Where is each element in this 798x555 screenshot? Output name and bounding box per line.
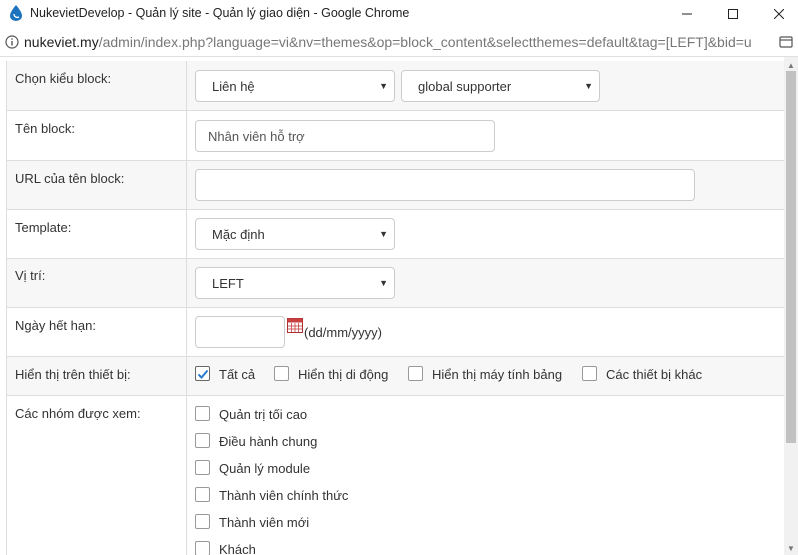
minimize-button[interactable] [664,0,710,28]
group-checkbox-general-admin[interactable] [195,433,210,448]
minimize-icon [682,13,692,15]
position-label: Vị trí: [15,268,46,283]
expiry-date-input[interactable] [195,316,285,348]
groups-label: Các nhóm được xem: [15,406,141,421]
scroll-up-icon[interactable]: ▲ [787,61,795,70]
row-block-type: Chọn kiểu block: Liên hệ ▼ global suppor… [7,61,784,111]
group-checkbox-official-member[interactable] [195,487,210,502]
url-host: nukeviet.my [24,34,99,50]
extension-icon[interactable] [779,35,793,49]
group-label-new-member: Thành viên mới [219,515,310,530]
device-other-label: Các thiết bị khác [606,367,703,382]
device-all-label: Tất cả [219,367,256,382]
row-expiry: Ngày hết hạn: (dd/mm/yyyy) [7,308,784,357]
block-name-value: Nhân viên hỗ trợ [208,129,305,144]
position-select[interactable]: LEFT ▼ [195,267,395,299]
group-checkbox-module-admin[interactable] [195,460,210,475]
column-divider [186,161,187,209]
expiry-label: Ngày hết hạn: [15,318,96,333]
column-divider [186,111,187,160]
calendar-icon[interactable] [287,318,303,333]
row-block-name: Tên block: Nhân viên hỗ trợ [7,111,784,161]
window-title: NukevietDevelop - Quản lý site - Quản lý… [30,6,410,20]
nukeviet-logo-icon [10,5,22,21]
column-divider [186,61,187,110]
column-divider [186,357,187,395]
column-divider [186,259,187,307]
maximize-button[interactable] [710,0,756,28]
url-path: /admin/index.php?language=vi&nv=themes&o… [98,34,752,50]
column-divider [186,210,187,258]
module-select-value: Liên hệ [212,79,255,94]
device-tablet-label: Hiển thị máy tính bảng [432,367,563,382]
block-name-input[interactable]: Nhân viên hỗ trợ [195,120,495,152]
site-info-icon[interactable] [5,35,19,49]
chevron-down-icon: ▼ [379,81,388,91]
maximize-icon [728,9,738,19]
block-url-label: URL của tên block: [15,171,125,186]
device-mobile-checkbox[interactable] [274,366,289,381]
column-divider [186,308,187,356]
row-block-url: URL của tên block: [7,161,784,210]
chevron-down-icon: ▼ [379,278,388,288]
template-select-value: Mặc định [212,227,265,242]
chevron-down-icon: ▼ [584,81,593,91]
group-checkbox-superadmin[interactable] [195,406,210,421]
block-file-select[interactable]: global supporter ▼ [401,70,600,102]
vertical-scrollbar[interactable]: ▲ ▼ [784,57,798,555]
template-label: Template: [15,220,72,235]
block-type-label: Chọn kiểu block: [15,71,112,86]
row-devices: Hiển thị trên thiết bị: Tất cả Hiển thị … [7,357,784,396]
position-select-value: LEFT [212,276,244,291]
row-template: Template: Mặc định ▼ [7,210,784,259]
block-file-select-value: global supporter [418,79,512,94]
block-config-form: Chọn kiểu block: Liên hệ ▼ global suppor… [6,61,784,555]
group-label-module-admin: Quản lý module [219,461,311,476]
template-select[interactable]: Mặc định ▼ [195,218,395,250]
scroll-down-icon[interactable]: ▼ [787,544,795,553]
close-button[interactable] [756,0,798,28]
devices-label: Hiển thị trên thiết bị: [15,367,131,382]
device-all-checkbox[interactable] [195,366,210,381]
device-tablet-checkbox[interactable] [408,366,423,381]
chevron-down-icon: ▼ [379,229,388,239]
close-icon [774,9,784,19]
group-label-official-member: Thành viên chính thức [219,488,349,503]
column-divider [186,396,187,555]
row-groups: Các nhóm được xem: Quản trị tối cao Điều… [7,396,784,555]
scrollbar-thumb[interactable] [786,71,796,443]
url-text[interactable]: nukeviet.my/admin/index.php?language=vi&… [24,34,772,50]
block-name-label: Tên block: [15,121,75,136]
row-position: Vị trí: LEFT ▼ [7,259,784,308]
checkmark-icon [197,369,209,379]
window-titlebar: NukevietDevelop - Quản lý site - Quản lý… [0,0,798,28]
block-url-input[interactable] [195,169,695,201]
group-label-guest: Khách [219,542,256,555]
device-mobile-label: Hiển thị di động [298,367,389,382]
date-format-hint: (dd/mm/yyyy) [304,325,382,340]
group-label-superadmin: Quản trị tối cao [219,407,308,422]
address-bar[interactable]: nukeviet.my/admin/index.php?language=vi&… [0,28,798,57]
group-checkbox-guest[interactable] [195,541,210,555]
group-checkbox-new-member[interactable] [195,514,210,529]
device-other-checkbox[interactable] [582,366,597,381]
group-label-general-admin: Điều hành chung [219,434,318,449]
module-select[interactable]: Liên hệ ▼ [195,70,395,102]
